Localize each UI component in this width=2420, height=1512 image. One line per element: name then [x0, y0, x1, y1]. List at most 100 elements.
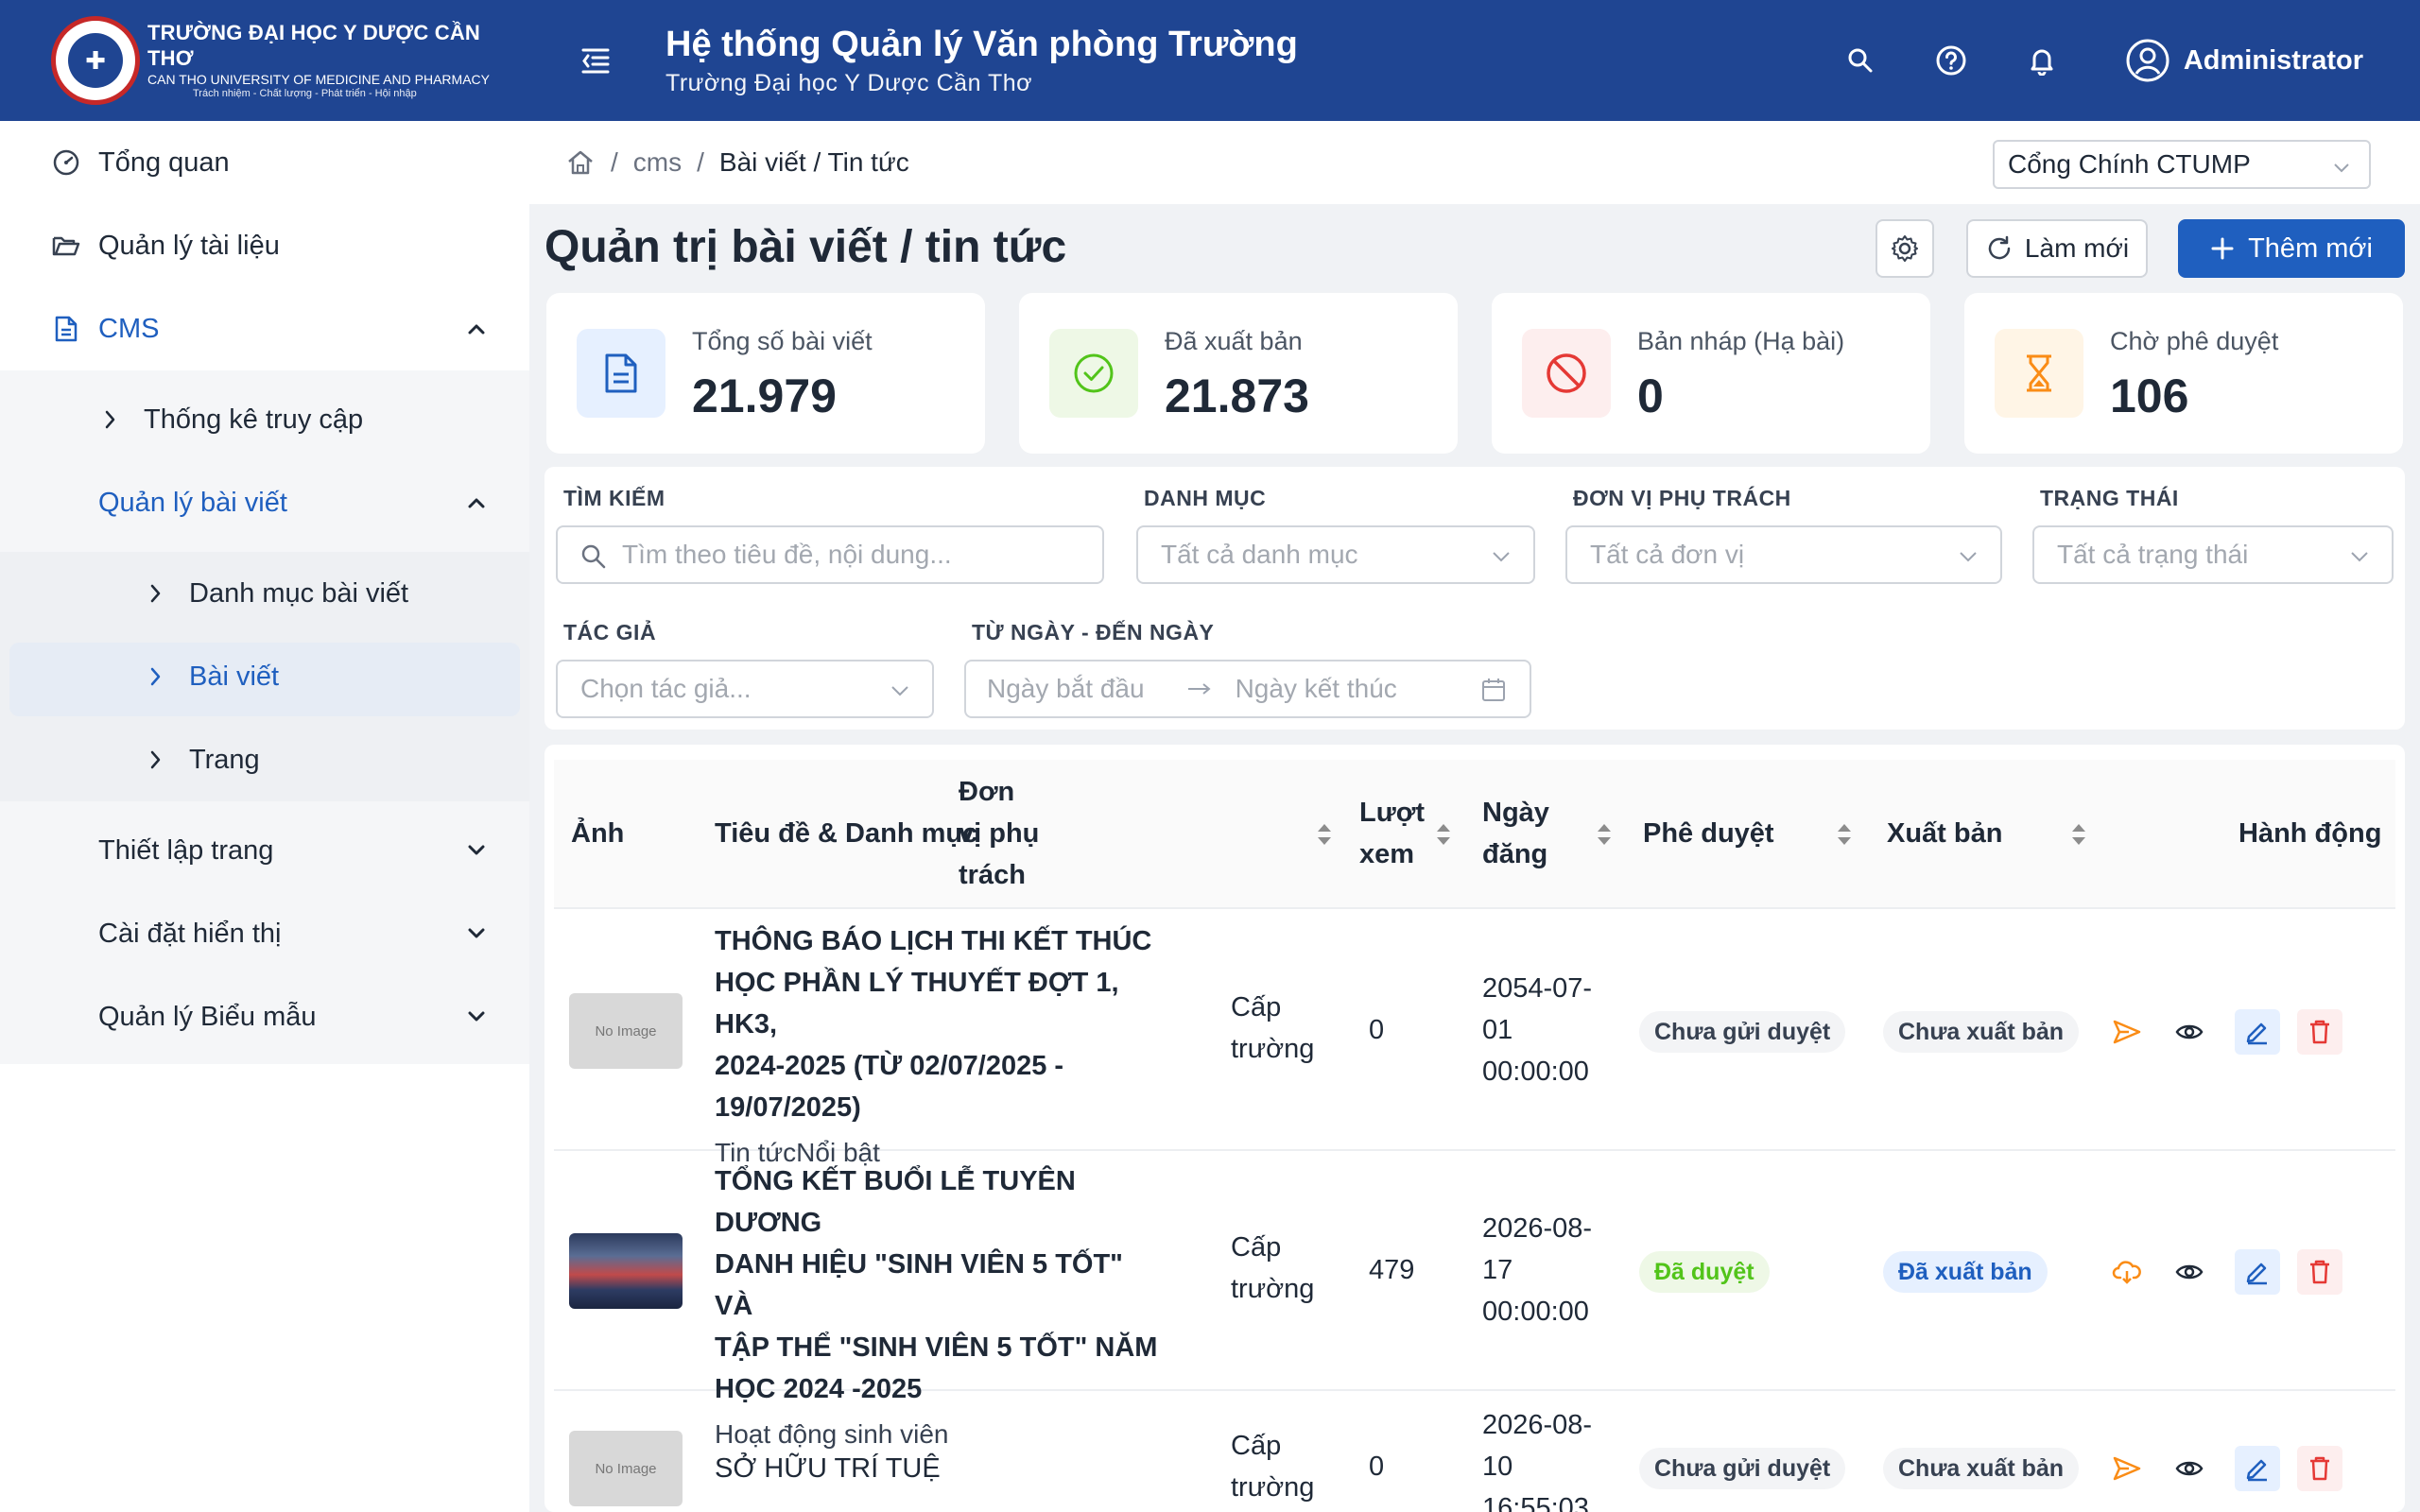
sidebar-item-posts[interactable]: Bài viết [0, 635, 529, 718]
post-title[interactable]: THÔNG BÁO LỊCH THI KẾT THÚC HỌC PHẦN LÝ … [715, 920, 1168, 1128]
view-button[interactable] [2167, 1009, 2212, 1055]
portal-select[interactable]: Cổng Chính CTUMP [1993, 140, 2371, 189]
post-thumbnail: No Image [569, 1431, 683, 1506]
table-row[interactable]: No Image THÔNG BÁO LỊCH THI KẾT THÚC HỌC… [554, 911, 2395, 1167]
post-unit-line: trường [1231, 1034, 1315, 1064]
add-new-label: Thêm mới [2248, 232, 2373, 264]
sidebar-item-pages[interactable]: Trang [0, 718, 529, 801]
category-select[interactable]: Tất cả danh mục [1136, 525, 1535, 584]
user-menu[interactable]: Administrator [2125, 38, 2363, 83]
unpublish-button[interactable] [2104, 1249, 2150, 1295]
sort-icon[interactable] [1596, 822, 1613, 847]
status-select[interactable]: Tất cả trạng thái [2032, 525, 2394, 584]
col-header-views-line: Lượt [1359, 798, 1425, 828]
post-views: 0 [1369, 1452, 1385, 1482]
university-logo[interactable]: ✚ TRƯỜNG ĐẠI HỌC Y DƯỢC CẦN THƠ CAN THO … [0, 0, 529, 121]
submit-approval-button[interactable] [2104, 1009, 2150, 1055]
page-title: Quản trị bài viết / tin tức [544, 222, 1067, 272]
approval-badge: Đã duyệt [1639, 1251, 1770, 1293]
stat-card-pending: Chờ phê duyệt 106 [1964, 293, 2403, 454]
help-icon [1936, 45, 1966, 76]
sidebar-item-overview[interactable]: Tổng quan [0, 121, 529, 204]
post-unit-line: Cấp [1231, 1232, 1282, 1263]
sort-icon[interactable] [1316, 822, 1333, 847]
settings-button[interactable] [1876, 219, 1934, 278]
sidebar-item-cms[interactable]: CMS [0, 287, 529, 370]
col-header-publish[interactable]: Xuất bản [1887, 760, 2002, 907]
menu-toggle-button[interactable] [567, 32, 624, 89]
post-date: 2026-08- 17 00:00:00 [1482, 1208, 1592, 1332]
filter-panel: TÌM KIẾM Tìm theo tiêu đề, nội dung... D… [544, 467, 2405, 730]
author-select[interactable]: Chọn tác giả... [556, 660, 934, 718]
sidebar-item-post-categories[interactable]: Danh mục bài viết [0, 552, 529, 635]
user-avatar-icon [2126, 39, 2169, 82]
date-end-placeholder[interactable]: Ngày kết thúc [1236, 674, 1397, 704]
sidebar-item-forms[interactable]: Quản lý Biểu mẫu [0, 975, 529, 1058]
sort-icon[interactable] [2070, 822, 2087, 847]
table-row[interactable]: TỔNG KẾT BUỔI LỄ TUYÊN DƯƠNG DANH HIỆU "… [554, 1151, 2395, 1449]
system-title: Hệ thống Quản lý Văn phòng Trường [666, 25, 1298, 64]
home-icon[interactable] [565, 148, 596, 177]
sidebar-item-access-stats[interactable]: Thống kê truy cập [0, 378, 529, 461]
col-header-views[interactable]: Lượt xem [1359, 760, 1425, 907]
breadcrumb-cms-link[interactable]: cms [633, 147, 682, 178]
trash-icon [2310, 1020, 2329, 1044]
refresh-button[interactable]: Làm mới [1966, 219, 2148, 278]
submit-approval-button[interactable] [2104, 1446, 2150, 1491]
edit-button[interactable] [2235, 1009, 2280, 1055]
delete-button[interactable] [2297, 1009, 2342, 1055]
arrow-right-icon [1186, 681, 1213, 696]
post-title[interactable]: TỔNG KẾT BUỔI LỄ TUYÊN DƯƠNG DANH HIỆU "… [715, 1160, 1168, 1410]
chevron-down-icon [465, 839, 488, 862]
top-header: ✚ TRƯỜNG ĐẠI HỌC Y DƯỢC CẦN THƠ CAN THO … [0, 0, 2420, 121]
refresh-icon [1985, 234, 2014, 263]
sidebar-item-label: Trang [189, 744, 260, 775]
view-button[interactable] [2167, 1446, 2212, 1491]
notification-button[interactable] [2015, 34, 2068, 87]
col-header-image: Ảnh [571, 818, 625, 849]
plus-icon [2210, 236, 2235, 261]
sidebar-item-post-management[interactable]: Quản lý bài viết [0, 461, 529, 544]
post-date-line: 2026-08- [1482, 1410, 1593, 1440]
gear-icon [1892, 235, 1918, 262]
col-header-views-line: xem [1359, 839, 1415, 869]
chevron-down-icon [2331, 155, 2352, 185]
post-date-line: 17 [1482, 1255, 1513, 1285]
edit-button[interactable] [2235, 1249, 2280, 1295]
unit-select[interactable]: Tất cả đơn vị [1565, 525, 2002, 584]
author-label: TÁC GIẢ [563, 620, 657, 644]
help-button[interactable] [1925, 34, 1978, 87]
sidebar-item-page-setup[interactable]: Thiết lập trang [0, 809, 529, 892]
post-title[interactable]: SỞ HỮU TRÍ TUỆ [715, 1448, 1168, 1489]
publish-badge: Chưa xuất bản [1883, 1011, 2080, 1053]
send-icon [2113, 1020, 2141, 1044]
stat-card-published: Đã xuất bản 21.873 [1019, 293, 1458, 454]
sidebar-item-documents[interactable]: Quản lý tài liệu [0, 204, 529, 287]
col-header-approval[interactable]: Phê duyệt [1643, 760, 1774, 907]
sidebar-item-label: Danh mục bài viết [189, 577, 409, 609]
search-icon [580, 543, 607, 576]
add-new-button[interactable]: Thêm mới [2178, 219, 2405, 278]
author-select-value: Chọn tác giả... [580, 674, 752, 703]
post-unit: Cấp trường [1231, 1425, 1314, 1508]
post-date-line: 16:55:03 [1482, 1493, 1589, 1512]
user-name: Administrator [2183, 44, 2363, 76]
search-button[interactable] [1834, 34, 1887, 87]
delete-button[interactable] [2297, 1446, 2342, 1491]
col-header-date[interactable]: Ngày đăng [1482, 760, 1549, 907]
sort-icon[interactable] [1836, 822, 1853, 847]
view-button[interactable] [2167, 1249, 2212, 1295]
date-start-placeholder[interactable]: Ngày bắt đầu [987, 674, 1145, 704]
search-input[interactable]: Tìm theo tiêu đề, nội dung... [556, 525, 1104, 584]
sidebar-item-display-settings[interactable]: Cài đặt hiển thị [0, 892, 529, 975]
table-row[interactable]: No Image SỞ HỮU TRÍ TUỆ Cấp trường 0 202… [554, 1391, 2395, 1512]
edit-button[interactable] [2235, 1446, 2280, 1491]
col-header-unit-line: trách [959, 860, 1026, 890]
delete-button[interactable] [2297, 1249, 2342, 1295]
chevron-down-icon [465, 1005, 488, 1028]
col-header-unit[interactable]: Đơn vị phụ trách [959, 760, 1039, 907]
date-range-picker[interactable]: Ngày bắt đầu Ngày kết thúc [964, 660, 1531, 718]
search-label: TÌM KIẾM [563, 486, 666, 510]
sort-icon[interactable] [1435, 822, 1452, 847]
file-text-icon [51, 314, 81, 344]
